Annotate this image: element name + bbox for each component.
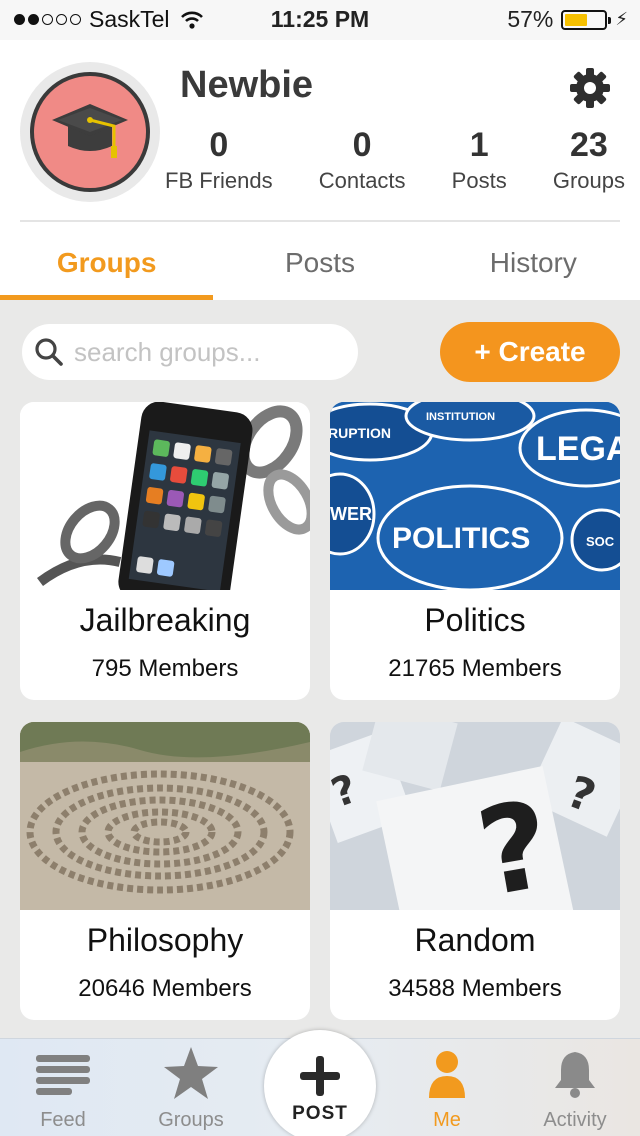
tabbar-label: Me — [433, 1109, 461, 1131]
group-member-count: 34588 Members — [388, 975, 562, 1002]
stat-value: 1 — [469, 126, 489, 164]
tabbar-label: Groups — [158, 1109, 224, 1131]
post-button-label: POST — [292, 1103, 348, 1124]
charging-icon: ⚡ — [615, 9, 628, 29]
stat-value: 0 — [209, 126, 229, 164]
create-group-button[interactable]: + Create — [440, 322, 620, 382]
star-icon — [164, 1047, 218, 1099]
stat-label: Posts — [451, 168, 507, 193]
group-name: Philosophy — [86, 922, 244, 958]
status-bar: SaskTel 11:25 PM 57% ⚡ — [0, 0, 640, 40]
tab-history[interactable]: History — [427, 230, 640, 300]
stat-value: 0 — [352, 126, 372, 164]
profile-header: Newbie 0 FB Friends 0 Contacts 1 Posts 2… — [0, 40, 640, 300]
stat-groups[interactable]: 23 Groups — [553, 126, 625, 194]
stat-label: Contacts — [318, 168, 406, 193]
group-member-count: 795 Members — [91, 655, 239, 682]
tabbar-label: Activity — [543, 1109, 607, 1131]
profile-stats: 0 FB Friends 0 Contacts 1 Posts 23 Group… — [165, 126, 625, 194]
image-word: LEGA — [536, 430, 620, 468]
group-name: Politics — [424, 602, 526, 638]
tabbar-item-feed[interactable]: Feed — [3, 1039, 123, 1136]
battery-icon — [561, 9, 612, 30]
image-word: POLITICS — [392, 522, 530, 555]
image-word: INSTITUTION — [426, 411, 495, 423]
group-card-politics[interactable]: POLITICS LEGA INSTITUTION RUPTION WER SO… — [330, 402, 620, 700]
stat-label: FB Friends — [165, 168, 273, 193]
group-image-phone — [20, 402, 310, 590]
group-member-count: 20646 Members — [78, 975, 252, 1002]
group-image-politics: POLITICS LEGA INSTITUTION RUPTION WER SO… — [330, 402, 620, 590]
stat-label: Groups — [552, 168, 625, 193]
person-icon — [429, 1051, 465, 1098]
tabbar-item-activity[interactable]: Activity — [515, 1039, 635, 1136]
image-word: RUPTION — [330, 425, 391, 441]
group-card-philosophy[interactable]: Philosophy 20646 Members — [20, 722, 310, 1020]
group-card-random[interactable]: ? ? ? Random 34588 Members — [330, 722, 620, 1020]
group-card-jailbreaking[interactable]: Jailbreaking 795 Members — [20, 402, 310, 700]
gear-icon[interactable] — [568, 66, 612, 110]
stat-posts[interactable]: 1 Posts — [452, 126, 507, 194]
plus-icon — [300, 1056, 340, 1096]
image-word: WER — [330, 504, 372, 524]
battery-percent: 57% — [507, 6, 554, 32]
stat-contacts[interactable]: 0 Contacts — [319, 126, 406, 194]
tab-posts[interactable]: Posts — [213, 230, 426, 300]
group-image-question-marks: ? ? ? — [330, 722, 620, 910]
status-right: 57% ⚡ — [507, 6, 628, 33]
group-image-labyrinth — [20, 722, 310, 910]
profile-tabs: Groups Posts History — [0, 230, 640, 300]
stat-fb-friends[interactable]: 0 FB Friends — [165, 126, 273, 194]
divider — [20, 220, 620, 222]
search-input[interactable] — [74, 336, 334, 368]
tabbar-label: Feed — [40, 1109, 86, 1131]
graduation-cap-icon — [30, 72, 150, 192]
tab-groups[interactable]: Groups — [0, 230, 214, 300]
bell-icon — [555, 1052, 595, 1098]
search-icon — [35, 338, 63, 366]
stat-value: 23 — [569, 126, 608, 164]
group-name: Jailbreaking — [79, 602, 251, 638]
tabbar-item-groups[interactable]: Groups — [131, 1039, 251, 1136]
avatar[interactable] — [20, 62, 160, 202]
username: Newbie — [180, 64, 314, 106]
search-bar — [22, 324, 358, 380]
group-member-count: 21765 Members — [388, 655, 562, 682]
feed-icon — [36, 1055, 90, 1095]
post-button[interactable]: POST — [264, 1030, 376, 1136]
image-word: SOC — [586, 534, 615, 549]
tabbar-item-me[interactable]: Me — [387, 1039, 507, 1136]
group-name: Random — [414, 922, 536, 958]
